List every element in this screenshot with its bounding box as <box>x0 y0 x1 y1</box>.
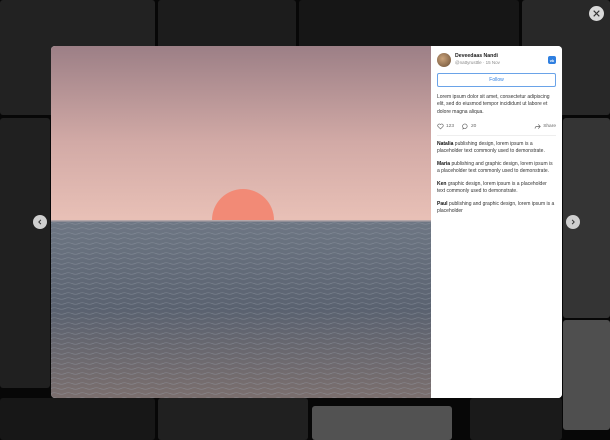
like-button[interactable]: 123 <box>437 123 454 130</box>
sunset-photo <box>51 46 431 398</box>
chevron-right-icon <box>571 219 575 225</box>
share-button[interactable]: Share <box>534 123 556 130</box>
comment-item: Paul publishing and graphic design, lore… <box>437 201 556 216</box>
comment-button[interactable]: 20 <box>462 123 476 130</box>
avatar[interactable] <box>437 53 451 67</box>
vk-icon[interactable]: vk <box>548 56 556 64</box>
heart-icon <box>437 123 444 130</box>
author-meta: @nattyrusttle · 15 Nov <box>455 60 500 66</box>
close-button[interactable] <box>589 6 604 21</box>
like-count: 123 <box>446 123 455 129</box>
comment-icon <box>462 123 468 130</box>
close-icon <box>593 10 600 17</box>
comment-text: graphic design, lorem ipsum is a placeho… <box>437 180 547 195</box>
comment-item: Natalia publishing design, lorem ipsum i… <box>437 141 556 156</box>
comment-list: Natalia publishing design, lorem ipsum i… <box>437 141 556 216</box>
share-label: Share <box>543 123 556 129</box>
follow-button[interactable]: Follow <box>437 73 556 87</box>
post-caption: Lorem ipsum dolor sit amet, consectetur … <box>437 94 550 115</box>
vk-icon-label: vk <box>549 57 555 63</box>
comment-user[interactable]: Natalia <box>437 141 453 147</box>
comment-count: 20 <box>471 123 477 129</box>
comment-item: Maria publishing and graphic design, lor… <box>437 161 556 176</box>
comment-user[interactable]: Paul <box>437 201 448 207</box>
comment-text: publishing and graphic design, lorem ips… <box>437 160 553 175</box>
post-panel: Deveedaas Nandi @nattyrusttle · 15 Nov v… <box>431 46 562 398</box>
post-header: Deveedaas Nandi @nattyrusttle · 15 Nov v… <box>437 53 556 67</box>
previous-button[interactable] <box>33 215 47 229</box>
chevron-left-icon <box>38 219 42 225</box>
comment-user[interactable]: Maria <box>437 161 450 167</box>
post-actions: 123 20 Share <box>437 123 556 136</box>
comment-text: publishing design, lorem ipsum is a plac… <box>437 140 545 155</box>
comment-user[interactable]: Ken <box>437 181 446 187</box>
comment-text: publishing and graphic design, lorem ips… <box>437 200 555 215</box>
share-icon <box>534 123 541 129</box>
author-name[interactable]: Deveedaas Nandi <box>455 53 500 59</box>
comment-item: Ken graphic design, lorem ipsum is a pla… <box>437 181 556 196</box>
next-button[interactable] <box>566 215 580 229</box>
photo-modal: Deveedaas Nandi @nattyrusttle · 15 Nov v… <box>51 46 562 398</box>
